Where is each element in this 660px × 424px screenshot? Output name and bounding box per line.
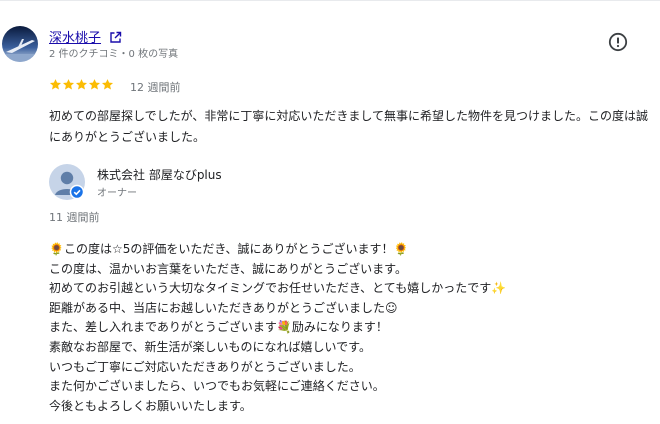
- owner-avatar: [49, 164, 85, 200]
- star-icon: [101, 79, 114, 90]
- review-timestamp: 12 週間前: [130, 81, 181, 94]
- owner-reply-body: 🌻この度は☆5の評価をいただき、誠にありがとうございます！🌻 この度は、温かいお…: [49, 240, 649, 416]
- verified-badge-icon: [69, 184, 85, 200]
- owner-reply-timestamp: 11 週間前: [49, 211, 100, 224]
- owner-role-label: オーナー: [97, 188, 137, 199]
- reply-line: 🌻この度は☆5の評価をいただき、誠にありがとうございます！🌻: [49, 242, 409, 256]
- report-review-button[interactable]: [607, 31, 629, 53]
- reply-line: いつもご丁寧にご対応いただきありがとうございました。: [49, 359, 361, 374]
- reply-line: 今後ともよろしくお願いいたします。: [49, 398, 252, 413]
- reply-line: 素敵なお部屋で、新生活が楽しいものになれば嬉しいです。: [49, 339, 371, 354]
- star-rating: [49, 78, 114, 91]
- exclamation-circle-icon: [608, 32, 628, 52]
- star-icon: [88, 79, 101, 90]
- reviewer-name-link[interactable]: 深水桃子: [49, 27, 101, 46]
- top-divider: [0, 0, 660, 1]
- reply-line: 初めてのお引越という大切なタイミングでお任せいただき、とても嬉しかったです✨: [49, 281, 507, 296]
- reply-line: 距離がある中、当店にお越しいただきありがとうございました☺: [49, 300, 398, 315]
- external-link-icon[interactable]: [109, 29, 122, 43]
- reply-line: また、差し入れまでありがとうございます💐励みになります！: [49, 320, 388, 335]
- star-icon: [49, 79, 62, 90]
- reply-line: また何かございましたら、いつでもお気軽にご連絡ください。: [49, 379, 385, 394]
- reviewer-avatar[interactable]: [2, 26, 38, 62]
- star-icon: [62, 79, 75, 90]
- star-icon: [75, 79, 88, 90]
- review-body: 初めての部屋探しでしたが、非常に丁寧に対応いただきまして無事に希望した物件を見つ…: [49, 109, 649, 144]
- owner-name: 株式会社 部屋なびplus: [97, 168, 222, 182]
- reviewer-stats: 2 件のクチコミ・0 枚の写真: [49, 49, 179, 60]
- reply-line: この度は、温かいお言葉をいただき、誠にありがとうございます。: [49, 261, 407, 276]
